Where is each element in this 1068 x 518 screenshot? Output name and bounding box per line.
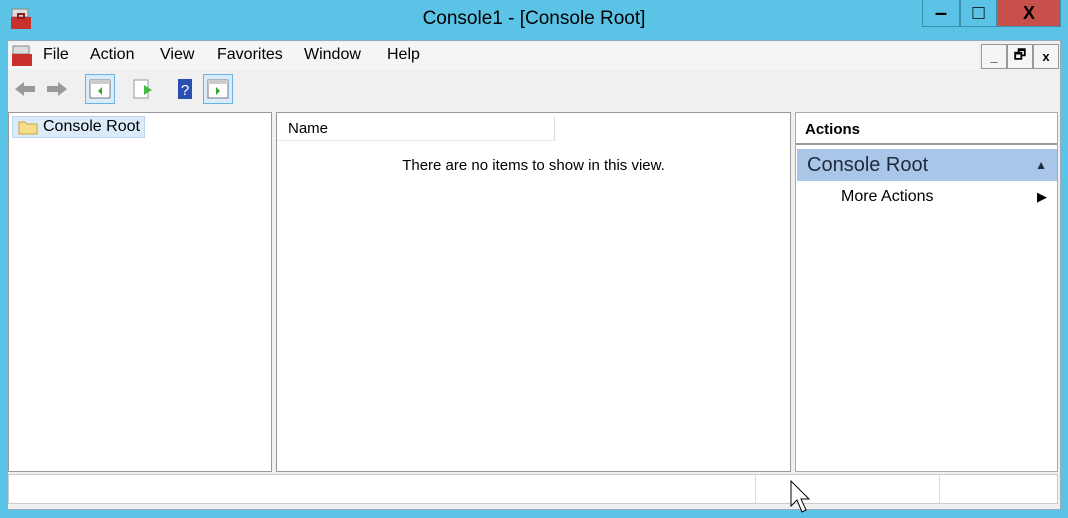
toolbar: ? <box>8 72 1058 108</box>
mouse-cursor-icon <box>790 479 812 518</box>
submenu-arrow-icon: ▶ <box>1037 189 1047 204</box>
close-button[interactable]: X <box>997 0 1061 27</box>
actions-section-console-root[interactable]: Console Root ▲ <box>797 149 1057 181</box>
section-label: Console Root <box>807 154 929 176</box>
forward-icon[interactable] <box>42 74 72 104</box>
menu-favorites[interactable]: Favorites <box>217 46 283 64</box>
collapse-icon[interactable]: ▲ <box>1035 149 1047 181</box>
menu-window[interactable]: Window <box>304 46 361 64</box>
console-icon <box>11 45 33 67</box>
menu-bar: File Action View Favorites Window Help <box>8 42 978 70</box>
show-hide-tree-icon[interactable] <box>85 74 115 104</box>
mdi-restore-button[interactable]: 🗗 <box>1007 44 1033 69</box>
status-bar <box>8 474 1058 504</box>
mdi-close-button[interactable]: x <box>1033 44 1059 69</box>
svg-text:?: ? <box>181 82 189 99</box>
mdi-minimize-button[interactable]: _ <box>981 44 1007 69</box>
tree-item-label: Console Root <box>43 118 140 135</box>
tree-pane: Console Root <box>8 112 272 472</box>
folder-icon <box>18 121 38 135</box>
back-icon[interactable] <box>10 74 40 104</box>
empty-message: There are no items to show in this view. <box>402 157 665 174</box>
column-header-name[interactable]: Name <box>277 117 555 141</box>
menu-action[interactable]: Action <box>90 46 134 64</box>
menu-view[interactable]: View <box>160 46 194 64</box>
menu-file[interactable]: File <box>43 46 69 64</box>
action-more-actions[interactable]: More Actions ▶ <box>797 183 1057 211</box>
action-label: More Actions <box>841 188 934 205</box>
actions-header: Actions <box>796 113 1057 145</box>
tree-item-console-root[interactable]: Console Root <box>12 116 145 138</box>
window-title: Console1 - [Console Root] <box>422 8 646 29</box>
show-hide-action-pane-icon[interactable] <box>203 74 233 104</box>
help-icon[interactable]: ? <box>170 74 200 104</box>
maximize-button[interactable]: □ <box>960 0 997 27</box>
list-pane: Name There are no items to show in this … <box>276 112 791 472</box>
menu-help[interactable]: Help <box>387 46 420 64</box>
actions-pane: Actions Console Root ▲ More Actions ▶ <box>795 112 1058 472</box>
minimize-button[interactable]: – <box>922 0 960 27</box>
export-list-icon[interactable] <box>128 74 158 104</box>
